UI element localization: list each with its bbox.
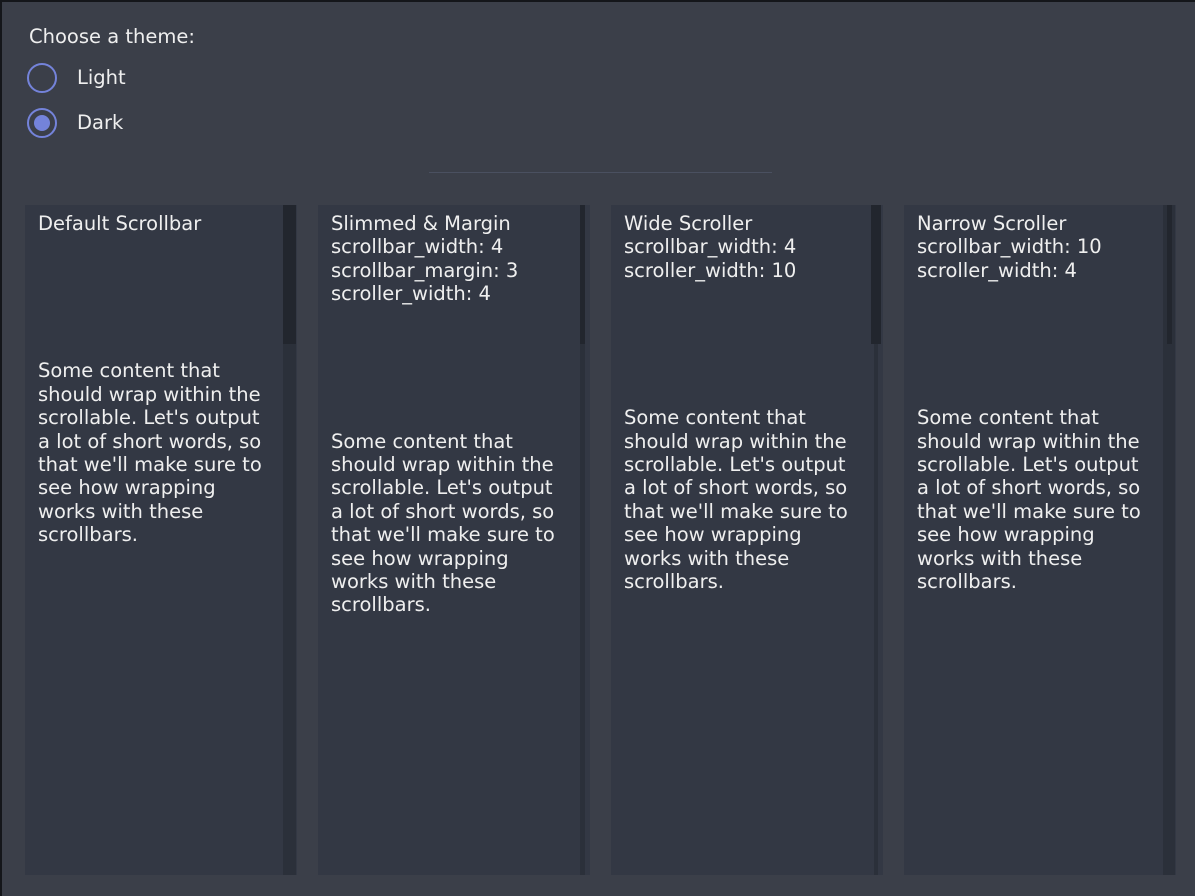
panel-config-list: scrollbar_width: 4scroller_width: 10 bbox=[624, 235, 856, 282]
panel-config-line: scroller_width: 10 bbox=[624, 259, 856, 282]
scrollbar-thumb[interactable] bbox=[1167, 205, 1172, 344]
panel-title: Default Scrollbar bbox=[38, 212, 270, 235]
panel-content-text: Some content that should wrap within the… bbox=[331, 430, 563, 617]
panel-content-text: Some content that should wrap within the… bbox=[624, 406, 856, 593]
theme-radio-group: Light Dark bbox=[27, 63, 126, 153]
scrollbar-thumb[interactable] bbox=[283, 205, 296, 344]
section-divider bbox=[429, 172, 772, 173]
panel-config-line: scrollbar_margin: 3 bbox=[331, 259, 563, 282]
panel-body: Narrow Scroller scrollbar_width: 10scrol… bbox=[904, 205, 1176, 593]
scrollable-panel[interactable]: Slimmed & Margin scrollbar_width: 4scrol… bbox=[318, 205, 590, 875]
panel-config-list: scrollbar_width: 4scrollbar_margin: 3scr… bbox=[331, 235, 563, 305]
panel-header: Wide Scroller scrollbar_width: 4scroller… bbox=[624, 212, 856, 282]
scrollable-panel[interactable]: Narrow Scroller scrollbar_width: 10scrol… bbox=[904, 205, 1176, 875]
panel-config-line: scroller_width: 4 bbox=[331, 282, 563, 305]
theme-prompt-label: Choose a theme: bbox=[29, 25, 195, 48]
app-background: Choose a theme: Light Dark Default Scrol… bbox=[2, 2, 1195, 896]
scrollbar-thumb[interactable] bbox=[871, 205, 881, 344]
panel-content-text: Some content that should wrap within the… bbox=[38, 359, 270, 546]
radio-option-label: Light bbox=[77, 66, 126, 89]
theme-radio-option[interactable]: Light bbox=[27, 63, 126, 93]
radio-button-icon[interactable] bbox=[27, 108, 57, 138]
radio-selected-dot-icon bbox=[34, 115, 50, 131]
panel-title: Wide Scroller bbox=[624, 212, 856, 235]
panel-title: Slimmed & Margin bbox=[331, 212, 563, 235]
panel-content-text: Some content that should wrap within the… bbox=[917, 406, 1149, 593]
scrollbar-thumb[interactable] bbox=[580, 205, 585, 344]
panel-title: Narrow Scroller bbox=[917, 212, 1149, 235]
panel-body: Wide Scroller scrollbar_width: 4scroller… bbox=[611, 205, 883, 593]
panel-config-line: scrollbar_width: 10 bbox=[917, 235, 1149, 258]
panel-config-line: scroller_width: 4 bbox=[917, 259, 1149, 282]
panel-config-line: scrollbar_width: 4 bbox=[624, 235, 856, 258]
radio-option-label: Dark bbox=[77, 111, 123, 134]
panel-config-list: scrollbar_width: 10scroller_width: 4 bbox=[917, 235, 1149, 282]
theme-radio-option[interactable]: Dark bbox=[27, 108, 126, 138]
panel-header: Slimmed & Margin scrollbar_width: 4scrol… bbox=[331, 212, 563, 306]
panel-config-line: scrollbar_width: 4 bbox=[331, 235, 563, 258]
scrollable-panel[interactable]: Wide Scroller scrollbar_width: 4scroller… bbox=[611, 205, 883, 875]
panel-body: Slimmed & Margin scrollbar_width: 4scrol… bbox=[318, 205, 590, 617]
radio-button-icon[interactable] bbox=[27, 63, 57, 93]
panel-body: Default Scrollbar Some content that shou… bbox=[25, 205, 297, 547]
scrollable-panel[interactable]: Default Scrollbar Some content that shou… bbox=[25, 205, 297, 875]
panel-header: Narrow Scroller scrollbar_width: 10scrol… bbox=[917, 212, 1149, 282]
panel-header: Default Scrollbar bbox=[38, 212, 270, 235]
